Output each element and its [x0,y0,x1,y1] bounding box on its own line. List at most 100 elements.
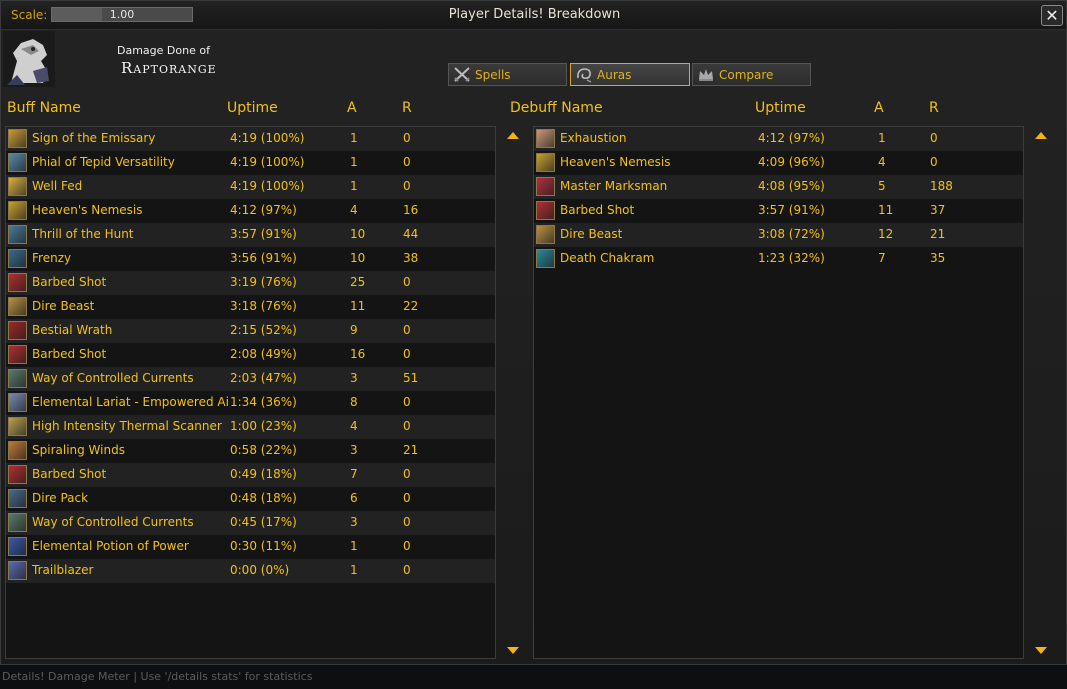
buff-applications-cell: 10 [350,227,366,241]
buff-refreshes-cell: 51 [403,371,419,385]
buff-row[interactable]: Sign of the Emissary 4:19 (100%) 1 0 [6,127,495,151]
marksman-icon [536,177,555,196]
buff-applications-cell: 10 [350,251,366,265]
debuff-scroll-up-icon[interactable] [1035,132,1047,139]
buff-name-header[interactable]: Buff Name [7,100,81,116]
buff-row[interactable]: Barbed Shot 0:49 (18%) 7 0 [6,463,495,487]
buff-uptime-cell: 0:30 (11%) [230,539,297,553]
debuff-refreshes-cell: 37 [930,203,946,217]
thrill-icon [8,225,27,244]
buff-applications-cell: 1 [350,179,358,193]
tab-auras[interactable]: Auras [570,63,690,86]
buff-row[interactable]: Trailblazer 0:00 (0%) 1 0 [6,559,495,583]
debuff-row[interactable]: Heaven's Nemesis 4:09 (96%) 4 0 [534,151,1023,175]
dire-pack-icon [8,489,27,508]
buff-name-cell: Spiraling Winds [32,443,125,457]
potion-icon [8,537,27,556]
debuff-scroll-down-icon[interactable] [1035,647,1047,654]
buff-scroll-up-icon[interactable] [507,132,519,139]
debuff-r-header[interactable]: R [929,100,939,116]
buff-uptime-cell: 2:03 (47%) [230,371,297,385]
buff-applications-cell: 1 [350,131,358,145]
buff-applications-cell: 3 [350,443,358,457]
buff-a-header[interactable]: A [347,100,357,116]
buff-row[interactable]: Elemental Potion of Power 0:30 (11%) 1 0 [6,535,495,559]
buff-uptime-cell: 4:19 (100%) [230,179,305,193]
buff-name-cell: Dire Beast [32,299,95,313]
buff-name-cell: Barbed Shot [32,275,107,289]
buff-uptime-cell: 2:08 (49%) [230,347,297,361]
buff-uptime-header[interactable]: Uptime [227,100,278,116]
buff-applications-cell: 11 [350,299,366,313]
player-portrait-icon [3,31,55,87]
debuff-uptime-header[interactable]: Uptime [755,100,806,116]
tab-compare-label: Compare [719,68,774,82]
debuff-row[interactable]: Exhaustion 4:12 (97%) 1 0 [534,127,1023,151]
buff-row[interactable]: Barbed Shot 3:19 (76%) 25 0 [6,271,495,295]
buff-row[interactable]: Phial of Tepid Versatility 4:19 (100%) 1 0 [6,151,495,175]
buff-row[interactable]: Thrill of the Hunt 3:57 (91%) 10 44 [6,223,495,247]
debuff-row[interactable]: Master Marksman 4:08 (95%) 5 188 [534,175,1023,199]
buff-uptime-cell: 2:15 (52%) [230,323,297,337]
buff-name-cell: Elemental Potion of Power [32,539,189,553]
phial-icon [8,153,27,172]
buff-row[interactable]: Dire Beast 3:18 (76%) 11 22 [6,295,495,319]
debuff-name-cell: Master Marksman [560,179,668,193]
buff-row[interactable]: Heaven's Nemesis 4:12 (97%) 4 16 [6,199,495,223]
buff-applications-cell: 1 [350,155,358,169]
buff-applications-cell: 16 [350,347,366,361]
debuff-uptime-cell: 4:08 (95%) [758,179,825,193]
debuff-name-header[interactable]: Debuff Name [510,100,603,116]
debuff-uptime-cell: 4:12 (97%) [758,131,825,145]
buff-scroll-down-icon[interactable] [507,647,519,654]
title-bar[interactable]: Scale: 1.00 Player Details! Breakdown ✕ [1,1,1066,30]
bestial-wrath-icon [8,321,27,340]
buff-applications-cell: 1 [350,539,358,553]
debuff-applications-cell: 1 [878,131,886,145]
buff-uptime-cell: 1:34 (36%) [230,395,297,409]
frenzy-icon [8,249,27,268]
buff-list[interactable]: Sign of the Emissary 4:19 (100%) 1 0 Phial o… [5,126,496,659]
debuff-name-cell: Exhaustion [560,131,627,145]
debuff-row[interactable]: Death Chakram 1:23 (32%) 7 35 [534,247,1023,271]
buff-applications-cell: 4 [350,203,358,217]
dire-beast-icon [536,225,555,244]
buff-row[interactable]: Well Fed 4:19 (100%) 1 0 [6,175,495,199]
buff-row[interactable]: Bestial Wrath 2:15 (52%) 9 0 [6,319,495,343]
debuff-list[interactable]: Exhaustion 4:12 (97%) 1 0 Heaven's Nemesis 4:… [533,126,1024,659]
buff-row[interactable]: Spiraling Winds 0:58 (22%) 3 21 [6,439,495,463]
debuff-row[interactable]: Barbed Shot 3:57 (91%) 11 37 [534,199,1023,223]
close-button[interactable]: ✕ [1041,5,1063,26]
barbed-shot-icon [8,465,27,484]
buff-row[interactable]: Way of Controlled Currents 2:03 (47%) 3 51 [6,367,495,391]
debuff-a-header[interactable]: A [874,100,884,116]
debuff-refreshes-cell: 35 [930,251,946,265]
buff-refreshes-cell: 0 [403,419,411,433]
tab-compare[interactable]: Compare [692,63,811,86]
buff-row[interactable]: Barbed Shot 2:08 (49%) 16 0 [6,343,495,367]
buff-uptime-cell: 0:48 (18%) [230,491,297,505]
buff-uptime-cell: 0:58 (22%) [230,443,297,457]
buff-name-cell: Trailblazer [32,563,94,577]
buff-row[interactable]: Way of Controlled Currents 0:45 (17%) 3 0 [6,511,495,535]
buff-row[interactable]: Dire Pack 0:48 (18%) 6 0 [6,487,495,511]
buff-refreshes-cell: 0 [403,467,411,481]
nemesis-icon [8,201,27,220]
buff-refreshes-cell: 0 [403,515,411,529]
buff-uptime-cell: 4:12 (97%) [230,203,297,217]
buff-refreshes-cell: 38 [403,251,419,265]
buff-refreshes-cell: 21 [403,443,419,457]
scanner-icon [8,417,27,436]
buff-r-header[interactable]: R [402,100,412,116]
debuff-refreshes-cell: 0 [930,155,938,169]
buff-name-cell: Well Fed [32,179,83,193]
buff-row[interactable]: Elemental Lariat - Empowered Air 1:34 (36… [6,391,495,415]
tab-spells[interactable]: Spells [448,63,567,86]
buff-row[interactable]: Frenzy 3:56 (91%) 10 38 [6,247,495,271]
buff-uptime-cell: 4:19 (100%) [230,155,305,169]
debuff-row[interactable]: Dire Beast 3:08 (72%) 12 21 [534,223,1023,247]
barbed-shot-icon [8,345,27,364]
buff-row[interactable]: High Intensity Thermal Scanner 1:00 (23%)… [6,415,495,439]
debuff-applications-cell: 7 [878,251,886,265]
tab-spells-label: Spells [475,68,511,82]
